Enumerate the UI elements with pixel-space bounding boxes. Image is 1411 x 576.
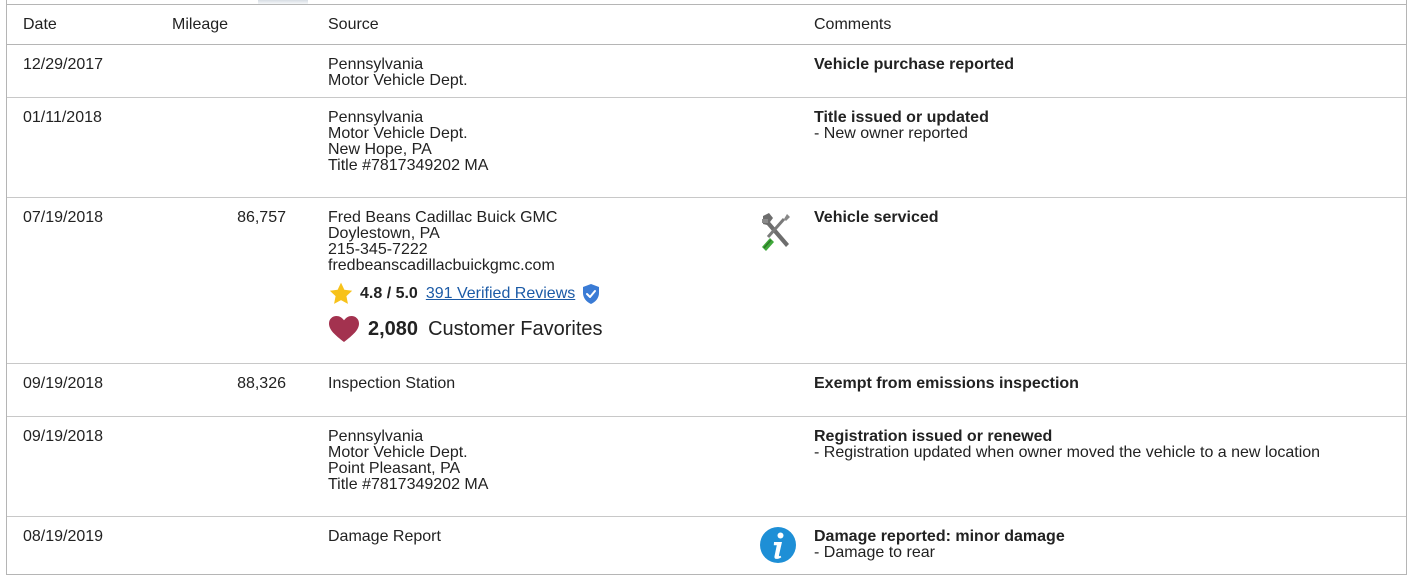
dealer-website: fredbeanscadillacbuickgmc.com [328,257,555,274]
wrench-screwdriver-icon [762,213,790,251]
source-line: Motor Vehicle Dept. [328,125,468,142]
source-line: Doylestown, PA [328,225,440,242]
comment-title: Vehicle purchase reported [814,56,1015,73]
row-source: Damage Report [328,529,748,545]
dealer-phone: 215-345-7222 [328,241,428,258]
verified-shield-icon [583,284,600,304]
source-line: Motor Vehicle Dept. [328,444,468,461]
header-source: Source [328,16,379,33]
customer-favorites: 2,080 Customer Favorites [328,315,748,343]
source-line: Title #7817349202 MA [328,157,489,174]
row-date: 12/29/2017 [23,56,104,73]
header-date: Date [23,16,57,33]
comment-detail: - Damage to rear [814,544,935,561]
dealer-rating: 4.8 / 5.0 391 Verified Reviews [328,281,748,307]
comment-title: Damage reported: minor damage [814,528,1065,545]
verified-reviews-link[interactable]: 391 Verified Reviews [426,286,575,302]
table-row: 09/19/2018 Pennsylvania Motor Vehicle De… [7,417,1406,517]
row-mileage: 86,757 [237,209,286,226]
favorites-count: 2,080 [368,318,419,340]
table-row: 07/19/2018 86,757 Fred Beans Cadillac Bu… [7,198,1406,364]
row-source: Fred Beans Cadillac Buick GMC Doylestown… [328,210,748,343]
row-date: 09/19/2018 [23,428,104,445]
comment-title: Registration issued or renewed [814,428,1053,445]
row-source: Pennsylvania Motor Vehicle Dept. New Hop… [328,110,748,174]
row-comments: Vehicle serviced [814,210,1374,226]
comment-title: Exempt from emissions inspection [814,375,1079,392]
row-source: Pennsylvania Motor Vehicle Dept. [328,57,748,89]
star-icon [329,282,353,304]
row-date: 08/19/2019 [23,528,104,545]
source-line: Damage Report [328,528,441,545]
source-line: Title #7817349202 MA [328,476,489,493]
row-date: 01/11/2018 [23,109,102,126]
favorites-label: Customer Favorites [428,318,603,340]
info-icon [760,527,796,563]
source-line: New Hope, PA [328,141,432,158]
header-comments: Comments [814,16,892,33]
source-line: Pennsylvania [328,428,424,445]
heart-icon [329,316,359,342]
table-header: Date Mileage Source Comments [7,5,1406,45]
comment-detail: - Registration updated when owner moved … [814,444,1321,461]
comment-title: Vehicle serviced [814,209,939,226]
source-line: Pennsylvania [328,56,424,73]
row-comments: Registration issued or renewed - Registr… [814,429,1374,461]
table-row: 08/19/2019 Damage Report Damage reported… [7,517,1406,575]
comment-detail: - New owner reported [814,125,968,142]
row-comments: Damage reported: minor damage - Damage t… [814,529,1374,561]
source-line: Inspection Station [328,375,456,392]
table-row: 09/19/2018 88,326 Inspection Station Exe… [7,364,1406,417]
row-comments: Title issued or updated - New owner repo… [814,110,1374,142]
table-row: 12/29/2017 Pennsylvania Motor Vehicle De… [7,45,1406,98]
rating-score: 4.8 / 5.0 [360,285,418,302]
source-line: Point Pleasant, PA [328,460,461,477]
comment-title: Title issued or updated [814,109,989,126]
table-row: 01/11/2018 Pennsylvania Motor Vehicle De… [7,98,1406,198]
source-line: Motor Vehicle Dept. [328,72,468,89]
row-mileage: 88,326 [237,375,286,392]
row-comments: Exempt from emissions inspection [814,376,1374,392]
source-line: Pennsylvania [328,109,424,126]
header-mileage: Mileage [172,16,229,33]
row-source: Inspection Station [328,376,748,392]
row-source: Pennsylvania Motor Vehicle Dept. Point P… [328,429,748,493]
row-comments: Vehicle purchase reported [814,57,1374,73]
dealer-name: Fred Beans Cadillac Buick GMC [328,209,558,226]
